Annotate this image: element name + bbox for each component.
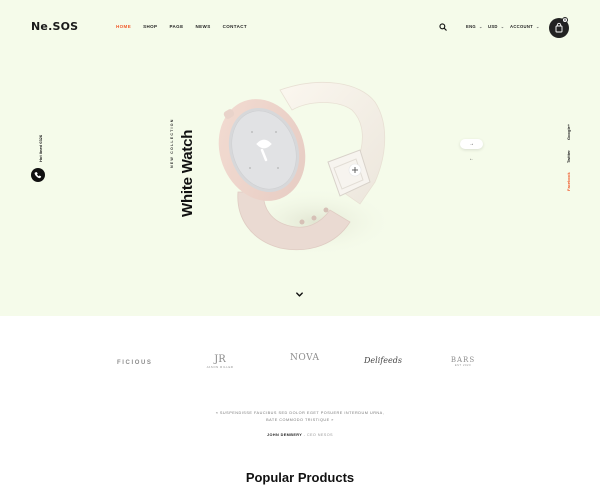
social-link-facebook[interactable]: Facebook <box>566 172 571 191</box>
nav-item-page[interactable]: PAGE <box>169 24 183 29</box>
nav-item-contact[interactable]: CONTACT <box>223 24 247 29</box>
phone-button[interactable] <box>31 168 45 182</box>
brand-logo-bars[interactable]: BARS EST 2020 <box>444 356 482 367</box>
social-link-twitter[interactable]: Twitter <box>566 150 571 163</box>
logo[interactable]: Ne.SOS <box>31 20 78 33</box>
chevron-down-icon: ⌄ <box>500 24 505 29</box>
author-role: CEO NESOS <box>306 433 333 437</box>
cart-count-badge: 0 <box>562 17 568 23</box>
section-title: Popular Products <box>245 470 355 485</box>
slider-prev-button[interactable]: ← <box>469 156 474 162</box>
hotline-text: Hot lined 0326 <box>38 134 43 162</box>
currency-value: USD <box>488 24 498 29</box>
nav-item-news[interactable]: NEWS <box>196 24 211 29</box>
brand-sublabel: EST 2020 <box>454 364 472 367</box>
hero-title: White Watch <box>179 129 196 217</box>
product-hotspot-button[interactable] <box>349 164 363 178</box>
account-menu[interactable]: ACCOUNT ⌄ <box>510 24 540 29</box>
testimonial-quote: « SUSPENDISSE FAUCIBUS SED DOLOR EGET PO… <box>215 411 385 422</box>
nav-item-shop[interactable]: SHOP <box>143 24 157 29</box>
chevron-down-icon <box>296 292 303 297</box>
search-icon[interactable] <box>439 23 447 31</box>
account-label: ACCOUNT <box>510 24 534 29</box>
main-nav: HOME SHOP PAGE NEWS CONTACT <box>116 24 259 29</box>
language-value: ENG <box>466 24 476 29</box>
author-name: JOHN DEMBERY <box>266 433 303 437</box>
brand-sublabel: JASON RILLER <box>206 365 234 369</box>
slider-next-button[interactable]: → <box>460 139 483 149</box>
testimonial-author: JOHN DEMBERY - CEO NESOS <box>0 433 600 437</box>
brand-logos: FICIOUS JR JASON RILLER NOVA Delifeeds B… <box>0 340 600 390</box>
brand-name: JR <box>214 354 226 365</box>
scroll-down-icon[interactable] <box>295 290 304 301</box>
phone-icon <box>34 172 42 179</box>
language-select[interactable]: ENG ⌄ <box>466 24 483 29</box>
nav-item-home[interactable]: HOME <box>116 24 131 29</box>
brand-name: BARS <box>450 356 476 364</box>
currency-select[interactable]: USD ⌄ <box>488 24 504 29</box>
chevron-down-icon: ⌄ <box>536 24 540 29</box>
brand-logo-delifeeds[interactable]: Delifeeds <box>364 356 402 365</box>
brand-logo-ficious[interactable]: FICIOUS <box>117 360 153 366</box>
watch-image <box>218 81 395 257</box>
brand-logo-jr[interactable]: JR JASON RILLER <box>204 354 236 369</box>
brand-logo-nova[interactable]: NOVA <box>290 354 319 363</box>
collection-label: NEW COLLECTION <box>170 118 174 168</box>
chevron-down-icon: ⌄ <box>478 24 483 29</box>
social-link-google[interactable]: Google+ <box>566 124 571 140</box>
